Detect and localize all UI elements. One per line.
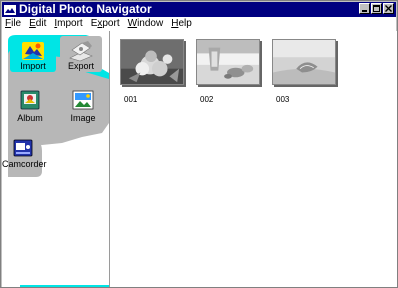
app-window: Digital Photo Navigator File Edit Import…: [0, 0, 398, 288]
album-icon: [20, 90, 40, 110]
sidebar-item-image-label: Image: [70, 113, 96, 123]
menu-bar: File Edit Import Export Window Help: [2, 17, 396, 31]
sidebar-item-export[interactable]: Export: [60, 37, 102, 73]
sidebar-item-export-label: Export: [67, 61, 94, 71]
camcorder-icon: [13, 139, 33, 157]
window-title: Digital Photo Navigator: [19, 2, 152, 16]
sidebar-item-album-label: Album: [17, 113, 43, 123]
thumbnail-area: 001 002 003: [109, 31, 397, 287]
menu-help-rest: elp: [178, 18, 192, 29]
menu-file[interactable]: File: [2, 17, 25, 31]
menu-help[interactable]: Help: [167, 17, 196, 31]
sidebar-item-album[interactable]: Album: [10, 87, 50, 123]
thumbnail-caption: 002: [200, 95, 214, 104]
maximize-button[interactable]: [371, 3, 382, 14]
menu-export-rest: port: [102, 18, 120, 29]
thumbnail-image: [196, 39, 260, 85]
sidebar-item-import[interactable]: Import: [10, 37, 56, 73]
thumbnail-image: [120, 39, 184, 85]
sidebar: Import Export Album Image Camcorder: [2, 31, 109, 287]
menu-edit-accel: E: [29, 18, 36, 29]
sidebar-item-import-label: Import: [20, 61, 46, 71]
menu-file-rest: ile: [11, 18, 22, 29]
menu-import[interactable]: Import: [50, 17, 86, 31]
menu-export[interactable]: Export: [87, 17, 124, 31]
app-icon: [4, 4, 16, 15]
menu-window-accel: W: [127, 18, 138, 29]
menu-edit-rest: dit: [35, 18, 47, 29]
menu-window[interactable]: Window: [124, 17, 168, 31]
export-icon: [69, 41, 93, 62]
close-button[interactable]: [383, 3, 394, 14]
maximize-icon: [373, 5, 380, 12]
thumbnail-image: [272, 39, 336, 85]
minimize-button[interactable]: [359, 3, 370, 14]
sidebar-item-image[interactable]: Image: [62, 87, 104, 123]
menu-edit[interactable]: Edit: [25, 17, 50, 31]
sidebar-item-camcorder[interactable]: Camcorder: [2, 137, 47, 173]
thumbnail-caption: 001: [124, 95, 138, 104]
thumbnail-caption: 003: [276, 95, 290, 104]
minimize-icon: [362, 10, 367, 12]
window-controls: [359, 3, 394, 14]
menu-window-rest: indow: [137, 18, 164, 29]
close-icon: [385, 5, 392, 12]
sidebar-item-camcorder-label: Camcorder: [2, 159, 47, 169]
import-icon: [22, 42, 44, 60]
menu-import-rest: mport: [57, 18, 83, 29]
image-icon: [72, 90, 94, 110]
title-bar[interactable]: Digital Photo Navigator: [2, 2, 396, 17]
